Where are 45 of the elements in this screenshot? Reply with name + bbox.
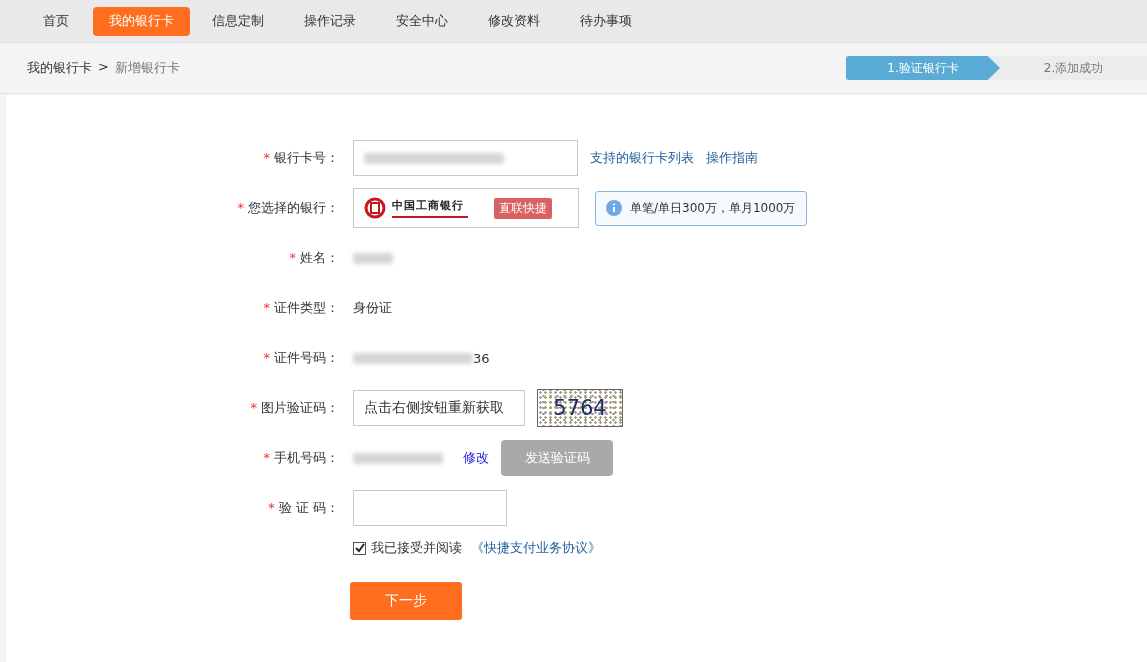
nav-tab[interactable]: 修改资料	[472, 6, 556, 36]
nav-tab[interactable]: 待办事项	[564, 6, 648, 36]
required-mark: *	[237, 200, 244, 215]
required-mark: *	[289, 250, 296, 265]
bank-select[interactable]: 中国工商银行 直联快捷	[353, 188, 579, 228]
field-label: 银行卡号：	[274, 150, 339, 165]
captcha-field[interactable]: 点击右侧按钮重新获取	[353, 390, 525, 426]
field-label: 证件类型：	[274, 300, 339, 315]
required-mark: *	[250, 400, 257, 415]
agreement-link[interactable]: 《快捷支付业务协议》	[471, 539, 601, 557]
nav-tab[interactable]: 安全中心	[380, 6, 464, 36]
breadcrumb-link[interactable]: 我的银行卡	[27, 59, 92, 77]
required-mark: *	[263, 300, 270, 315]
field-label: 您选择的银行：	[248, 200, 339, 215]
required-mark: *	[263, 350, 270, 365]
limit-text: 单笔/单日300万，单月1000万	[630, 199, 796, 217]
required-mark: *	[263, 150, 270, 165]
agree-text: 我已接受并阅读	[371, 539, 462, 557]
redacted-value	[353, 252, 393, 264]
bank-logo-icon	[364, 197, 386, 219]
breadcrumb-current: 新增银行卡	[114, 59, 180, 77]
progress-step: 1.验证银行卡	[846, 56, 1000, 80]
edit-link[interactable]: 修改	[463, 449, 489, 467]
required-mark: *	[268, 500, 275, 515]
nav-tab[interactable]: 首页	[27, 6, 85, 36]
nav-tab[interactable]: 信息定制	[196, 6, 280, 36]
field-label: 姓名：	[300, 250, 339, 265]
bank-badge: 直联快捷	[494, 197, 552, 219]
required-mark: *	[263, 450, 270, 465]
id-number-suffix: 36	[473, 350, 490, 366]
bank-name: 中国工商银行	[392, 198, 468, 218]
field-label: 验 证 码：	[278, 500, 339, 515]
agree-checkbox[interactable]	[353, 541, 366, 555]
help-link[interactable]: 操作指南	[706, 149, 758, 167]
field-label: 证件号码：	[274, 350, 339, 365]
breadcrumb-separator: >	[98, 59, 109, 76]
card-number-field[interactable]	[353, 140, 578, 176]
info-icon	[606, 200, 622, 216]
code-field[interactable]	[353, 490, 507, 526]
field-value: 身份证	[353, 299, 392, 317]
nav-tab[interactable]: 操作记录	[288, 6, 372, 36]
progress-step: 2.添加成功	[988, 56, 1147, 80]
field-label: 手机号码：	[274, 450, 339, 465]
help-link[interactable]: 支持的银行卡列表	[590, 149, 694, 167]
field-label: 图片验证码：	[261, 400, 339, 415]
